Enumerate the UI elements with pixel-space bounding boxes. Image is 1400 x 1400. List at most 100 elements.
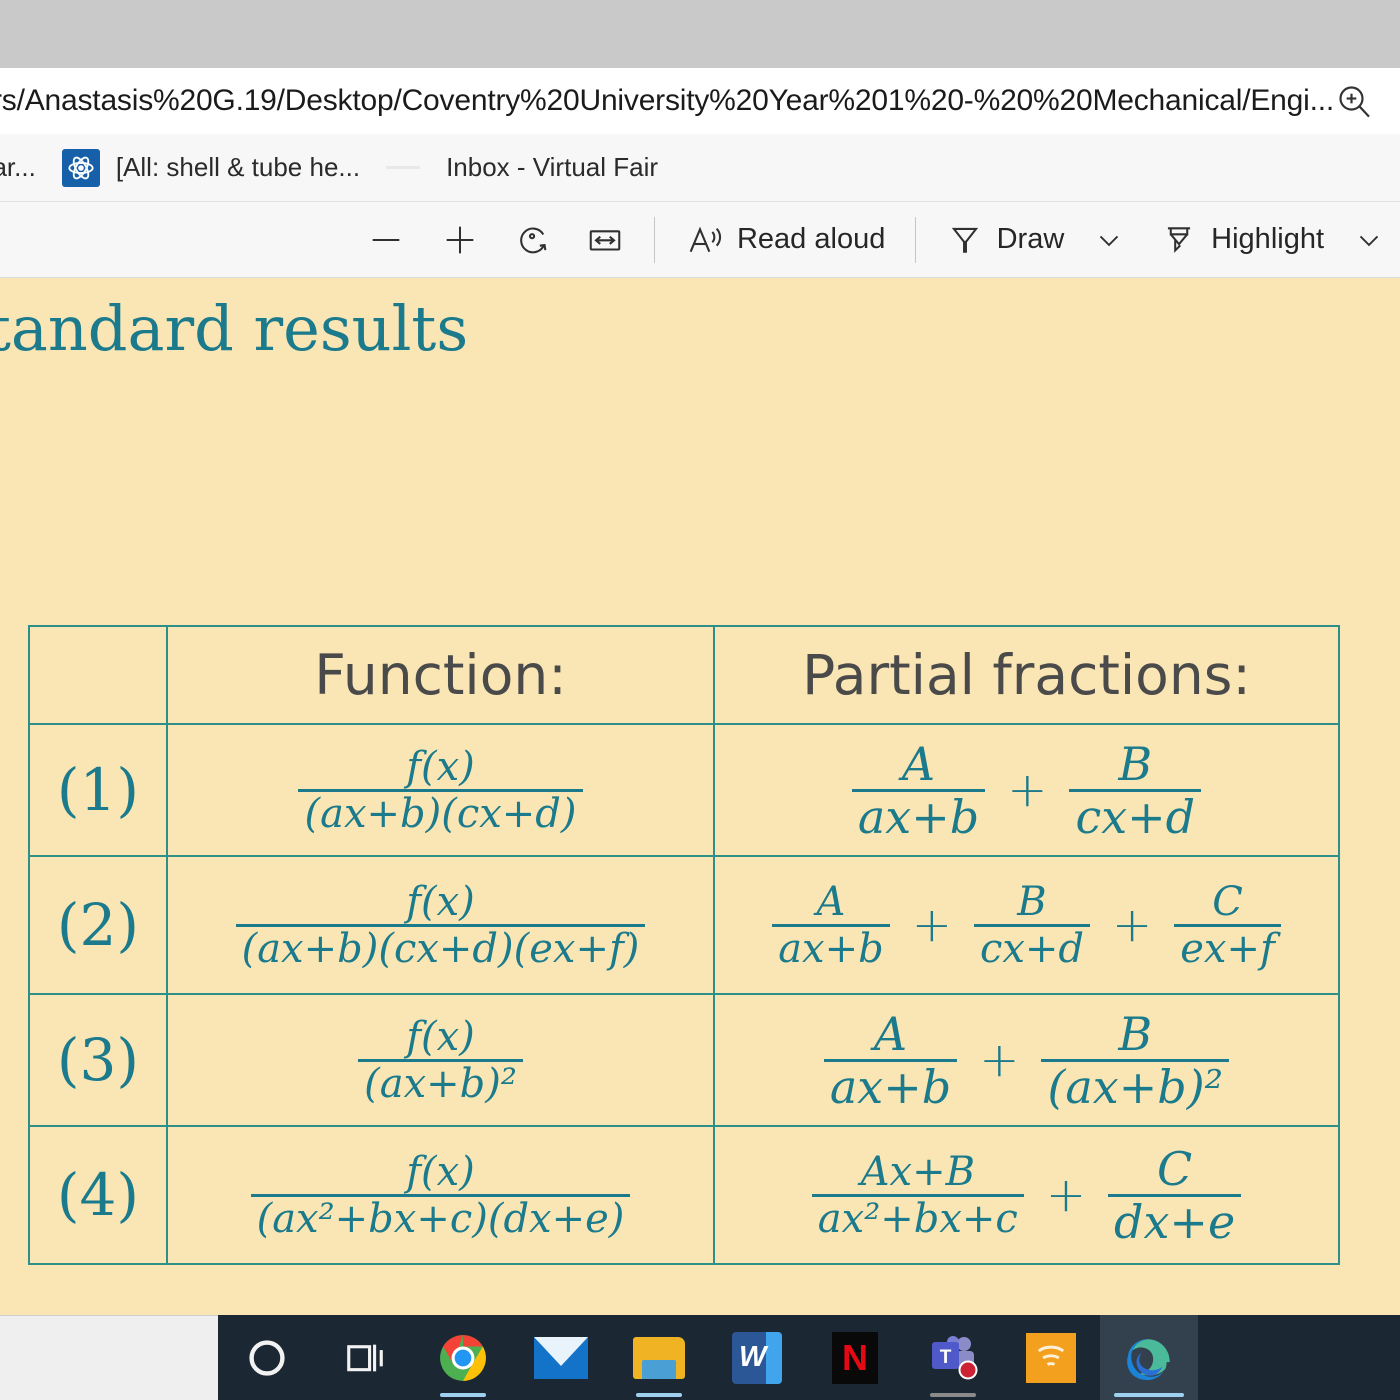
operator: + xyxy=(1007,762,1048,818)
highlight-button[interactable]: Highlight xyxy=(1146,210,1338,270)
atom-icon xyxy=(61,148,100,187)
taskbar-item-teams[interactable]: T xyxy=(904,1315,1002,1400)
taskbar-item-task-view[interactable] xyxy=(316,1315,414,1400)
teams-icon: T xyxy=(926,1333,980,1383)
svg-text:T: T xyxy=(940,1347,952,1368)
folder-icon xyxy=(633,1336,685,1379)
fit-to-width-button[interactable] xyxy=(572,210,638,270)
taskbar-search-box[interactable] xyxy=(0,1315,218,1400)
taskbar-item-audible[interactable] xyxy=(1002,1315,1100,1400)
draw-label: Draw xyxy=(996,223,1065,255)
tab-1[interactable]: [All: shell & tube he... xyxy=(61,134,361,202)
address-bar[interactable]: rs/Anastasis%20G.19/Desktop/Coventry%20U… xyxy=(0,68,1400,134)
table-row: (2) f(x) (ax+b)(cx+d)(ex+f) A ax+b + B c… xyxy=(28,855,1340,995)
fraction-numerator: A xyxy=(816,878,846,925)
taskbar-tray: W N T xyxy=(218,1315,1198,1400)
zoom-in-button[interactable] xyxy=(426,210,494,270)
taskbar-item-chrome[interactable] xyxy=(414,1315,512,1400)
rotate-button[interactable] xyxy=(500,210,566,270)
tab-divider xyxy=(386,166,421,169)
table-header-row: Function: Partial fractions: xyxy=(28,625,1340,725)
operator: + xyxy=(1112,897,1153,953)
row-partial-fractions: A ax+b + B (ax+b)² xyxy=(713,993,1340,1127)
chevron-down-icon xyxy=(1092,223,1126,257)
fraction-numerator: B xyxy=(1118,736,1153,791)
tab-strip: ear... [All: shell & tube he... Inbox - … xyxy=(0,134,1400,202)
taskbar-item-file-explorer[interactable] xyxy=(610,1315,708,1400)
taskbar-item-word[interactable]: W xyxy=(708,1315,806,1400)
chrome-icon xyxy=(438,1333,488,1383)
fraction-numerator: A xyxy=(873,1006,908,1061)
fraction-denominator: (ax+b)(cx+d)(ex+f) xyxy=(241,925,640,972)
taskbar-item-cortana[interactable] xyxy=(218,1315,316,1400)
row-partial-fractions: A ax+b + B cx+d + C ex+f xyxy=(713,855,1340,995)
minus-icon xyxy=(366,220,406,260)
taskbar-running-indicator xyxy=(1114,1393,1184,1397)
read-aloud-icon xyxy=(684,220,724,260)
tab-1-label: [All: shell & tube he... xyxy=(115,152,361,182)
highlighter-icon xyxy=(1160,221,1198,259)
rotate-icon xyxy=(514,221,552,259)
partial-fractions-table: Function: Partial fractions: (1) f(x) (a… xyxy=(28,625,1340,1265)
fraction-denominator: ax²+bx+c xyxy=(817,1195,1018,1242)
audible-icon xyxy=(1026,1332,1076,1383)
row-function: f(x) (ax+b)(cx+d)(ex+f) xyxy=(166,855,715,995)
netflix-icon: N xyxy=(832,1331,878,1384)
highlight-label: Highlight xyxy=(1211,223,1325,255)
fraction-denominator: cx+d xyxy=(1075,789,1196,844)
fit-to-width-icon xyxy=(586,221,624,259)
row-index: (1) xyxy=(28,723,168,857)
row-function: f(x) (ax+b)² xyxy=(166,993,715,1127)
tab-2[interactable]: Inbox - Virtual Fair xyxy=(446,134,658,202)
taskbar-item-netflix[interactable]: N xyxy=(806,1315,904,1400)
fraction-denominator: ax+b xyxy=(778,925,884,972)
taskbar-running-indicator xyxy=(440,1393,486,1397)
tab-0-label: ear... xyxy=(0,152,36,182)
address-bar-url: rs/Anastasis%20G.19/Desktop/Coventry%20U… xyxy=(0,84,1335,117)
fraction-denominator: (ax+b)² xyxy=(1047,1059,1224,1114)
fraction-denominator: dx+e xyxy=(1114,1194,1236,1249)
fraction-numerator: f(x) xyxy=(406,1148,475,1195)
fraction-numerator: C xyxy=(1212,878,1243,925)
row-partial-fractions: A ax+b + B cx+d xyxy=(713,723,1340,857)
fraction-denominator: (ax+b)² xyxy=(364,1060,517,1107)
word-icon: W xyxy=(732,1331,782,1384)
cortana-circle-icon xyxy=(242,1333,292,1383)
read-aloud-button[interactable]: Read aloud xyxy=(670,210,899,270)
fraction-denominator: ax+b xyxy=(829,1059,952,1114)
pen-icon xyxy=(946,221,984,259)
row-partial-fractions: Ax+B ax²+bx+c + C dx+e xyxy=(713,1125,1340,1265)
row-function: f(x) (ax+b)(cx+d) xyxy=(166,723,715,857)
fraction-numerator: A xyxy=(901,736,936,791)
draw-options-button[interactable] xyxy=(1078,210,1140,270)
task-view-icon xyxy=(340,1333,390,1383)
window-title-strip xyxy=(0,0,1400,68)
highlight-options-button[interactable] xyxy=(1338,210,1400,270)
operator: + xyxy=(979,1032,1020,1088)
pdf-page: tandard results Function: Partial fracti… xyxy=(0,278,1400,1315)
fraction-denominator: ax+b xyxy=(857,789,980,844)
operator: + xyxy=(1045,1167,1087,1223)
zoom-out-button[interactable] xyxy=(352,210,420,270)
fraction-numerator: f(x) xyxy=(406,878,475,925)
operator: + xyxy=(911,897,952,953)
tab-0[interactable]: ear... xyxy=(0,134,62,202)
mail-icon xyxy=(534,1336,588,1379)
header-blank xyxy=(28,625,168,725)
draw-button[interactable]: Draw xyxy=(932,210,1079,270)
fraction-denominator: ex+f xyxy=(1180,925,1275,972)
taskbar-item-edge[interactable] xyxy=(1100,1315,1198,1400)
chevron-down-icon xyxy=(1352,223,1386,257)
table-row: (3) f(x) (ax+b)² A ax+b + B (ax+b)² xyxy=(28,993,1340,1127)
taskbar-running-indicator xyxy=(930,1393,976,1397)
fraction-denominator: cx+d xyxy=(979,925,1085,972)
fraction-numerator: B xyxy=(1017,878,1047,925)
taskbar-item-mail[interactable] xyxy=(512,1315,610,1400)
zoom-in-search-icon[interactable] xyxy=(1334,81,1374,121)
fraction-numerator: C xyxy=(1157,1141,1193,1196)
fraction-numerator: Ax+B xyxy=(860,1148,975,1195)
row-index: (2) xyxy=(28,855,168,995)
fraction-denominator: (ax²+bx+c)(dx+e) xyxy=(256,1195,625,1242)
row-function: f(x) (ax²+bx+c)(dx+e) xyxy=(166,1125,715,1265)
header-function: Function: xyxy=(166,625,715,725)
